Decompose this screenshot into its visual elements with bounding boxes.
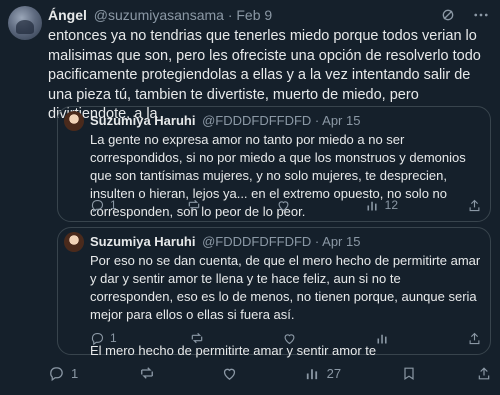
like-icon — [282, 331, 297, 346]
post-top-icons — [440, 6, 490, 24]
more-icon[interactable] — [472, 6, 490, 24]
views-count: 12 — [384, 198, 398, 212]
author-handle[interactable]: @suzumiyasansama · Feb 9 — [94, 7, 272, 23]
views-button[interactable] — [375, 331, 395, 346]
reply-icon — [90, 331, 105, 346]
grok-icon[interactable] — [440, 7, 456, 23]
quoted-post[interactable]: Suzumiya Haruhi @FDDDFDFFDFD · Apr 15 La… — [57, 106, 491, 222]
views-icon — [365, 198, 380, 213]
avatar[interactable] — [8, 6, 42, 40]
author-name[interactable]: Ángel — [48, 7, 87, 23]
quoted-post[interactable]: Suzumiya Haruhi @FDDDFDFFDFD · Apr 15 Po… — [57, 227, 491, 358]
author-name[interactable]: Suzumiya Haruhi — [90, 234, 195, 249]
reply-icon — [90, 198, 105, 213]
quote-actions: 1 12 — [90, 197, 482, 213]
views-count: 27 — [326, 365, 342, 381]
views-icon — [304, 365, 321, 382]
author-handle[interactable]: @FDDDFDFFDFD · Apr 15 — [202, 113, 360, 128]
author-name[interactable]: Suzumiya Haruhi — [90, 113, 195, 128]
reply-count: 1 — [110, 331, 117, 345]
share-button[interactable] — [467, 198, 482, 213]
repost-button[interactable] — [138, 364, 162, 382]
avatar[interactable] — [64, 232, 84, 252]
like-button[interactable] — [276, 198, 296, 213]
reply-icon — [48, 365, 65, 382]
post-header: Ángel @suzumiyasansama · Feb 9 — [48, 7, 272, 23]
like-icon — [221, 365, 238, 382]
avatar[interactable] — [64, 111, 84, 131]
quote-header: Suzumiya Haruhi @FDDDFDFFDFD · Apr 15 — [90, 113, 360, 128]
bookmark-icon — [401, 365, 417, 382]
reply-button[interactable]: 1 — [90, 198, 117, 213]
share-icon — [476, 365, 492, 382]
repost-icon — [186, 197, 202, 213]
post[interactable]: Ángel @suzumiyasansama · Feb 9 entonces … — [0, 0, 500, 395]
reply-button[interactable]: 1 — [48, 365, 78, 382]
views-button[interactable]: 12 — [365, 198, 398, 213]
author-handle[interactable]: @FDDDFDFFDFD · Apr 15 — [202, 234, 360, 249]
views-button[interactable]: 27 — [304, 365, 341, 382]
quote-actions: 1 — [90, 330, 482, 346]
views-icon — [375, 331, 390, 346]
share-icon — [467, 331, 482, 346]
repost-icon — [189, 330, 205, 346]
like-button[interactable] — [221, 365, 244, 382]
share-button[interactable] — [476, 365, 492, 382]
repost-button[interactable] — [189, 330, 210, 346]
share-icon — [467, 198, 482, 213]
reply-count: 1 — [110, 198, 117, 212]
post-actions: 1 27 — [48, 364, 492, 382]
repost-icon — [138, 364, 156, 382]
bookmark-button[interactable] — [401, 365, 417, 382]
quote-header: Suzumiya Haruhi @FDDDFDFFDFD · Apr 15 — [90, 234, 360, 249]
reply-button[interactable]: 1 — [90, 331, 117, 346]
repost-button[interactable] — [186, 197, 207, 213]
like-button[interactable] — [282, 331, 302, 346]
like-icon — [276, 198, 291, 213]
quote-paragraph: Por eso no se dan cuenta, de que el mero… — [90, 253, 481, 322]
share-button[interactable] — [467, 331, 482, 346]
reply-count: 1 — [71, 365, 79, 381]
